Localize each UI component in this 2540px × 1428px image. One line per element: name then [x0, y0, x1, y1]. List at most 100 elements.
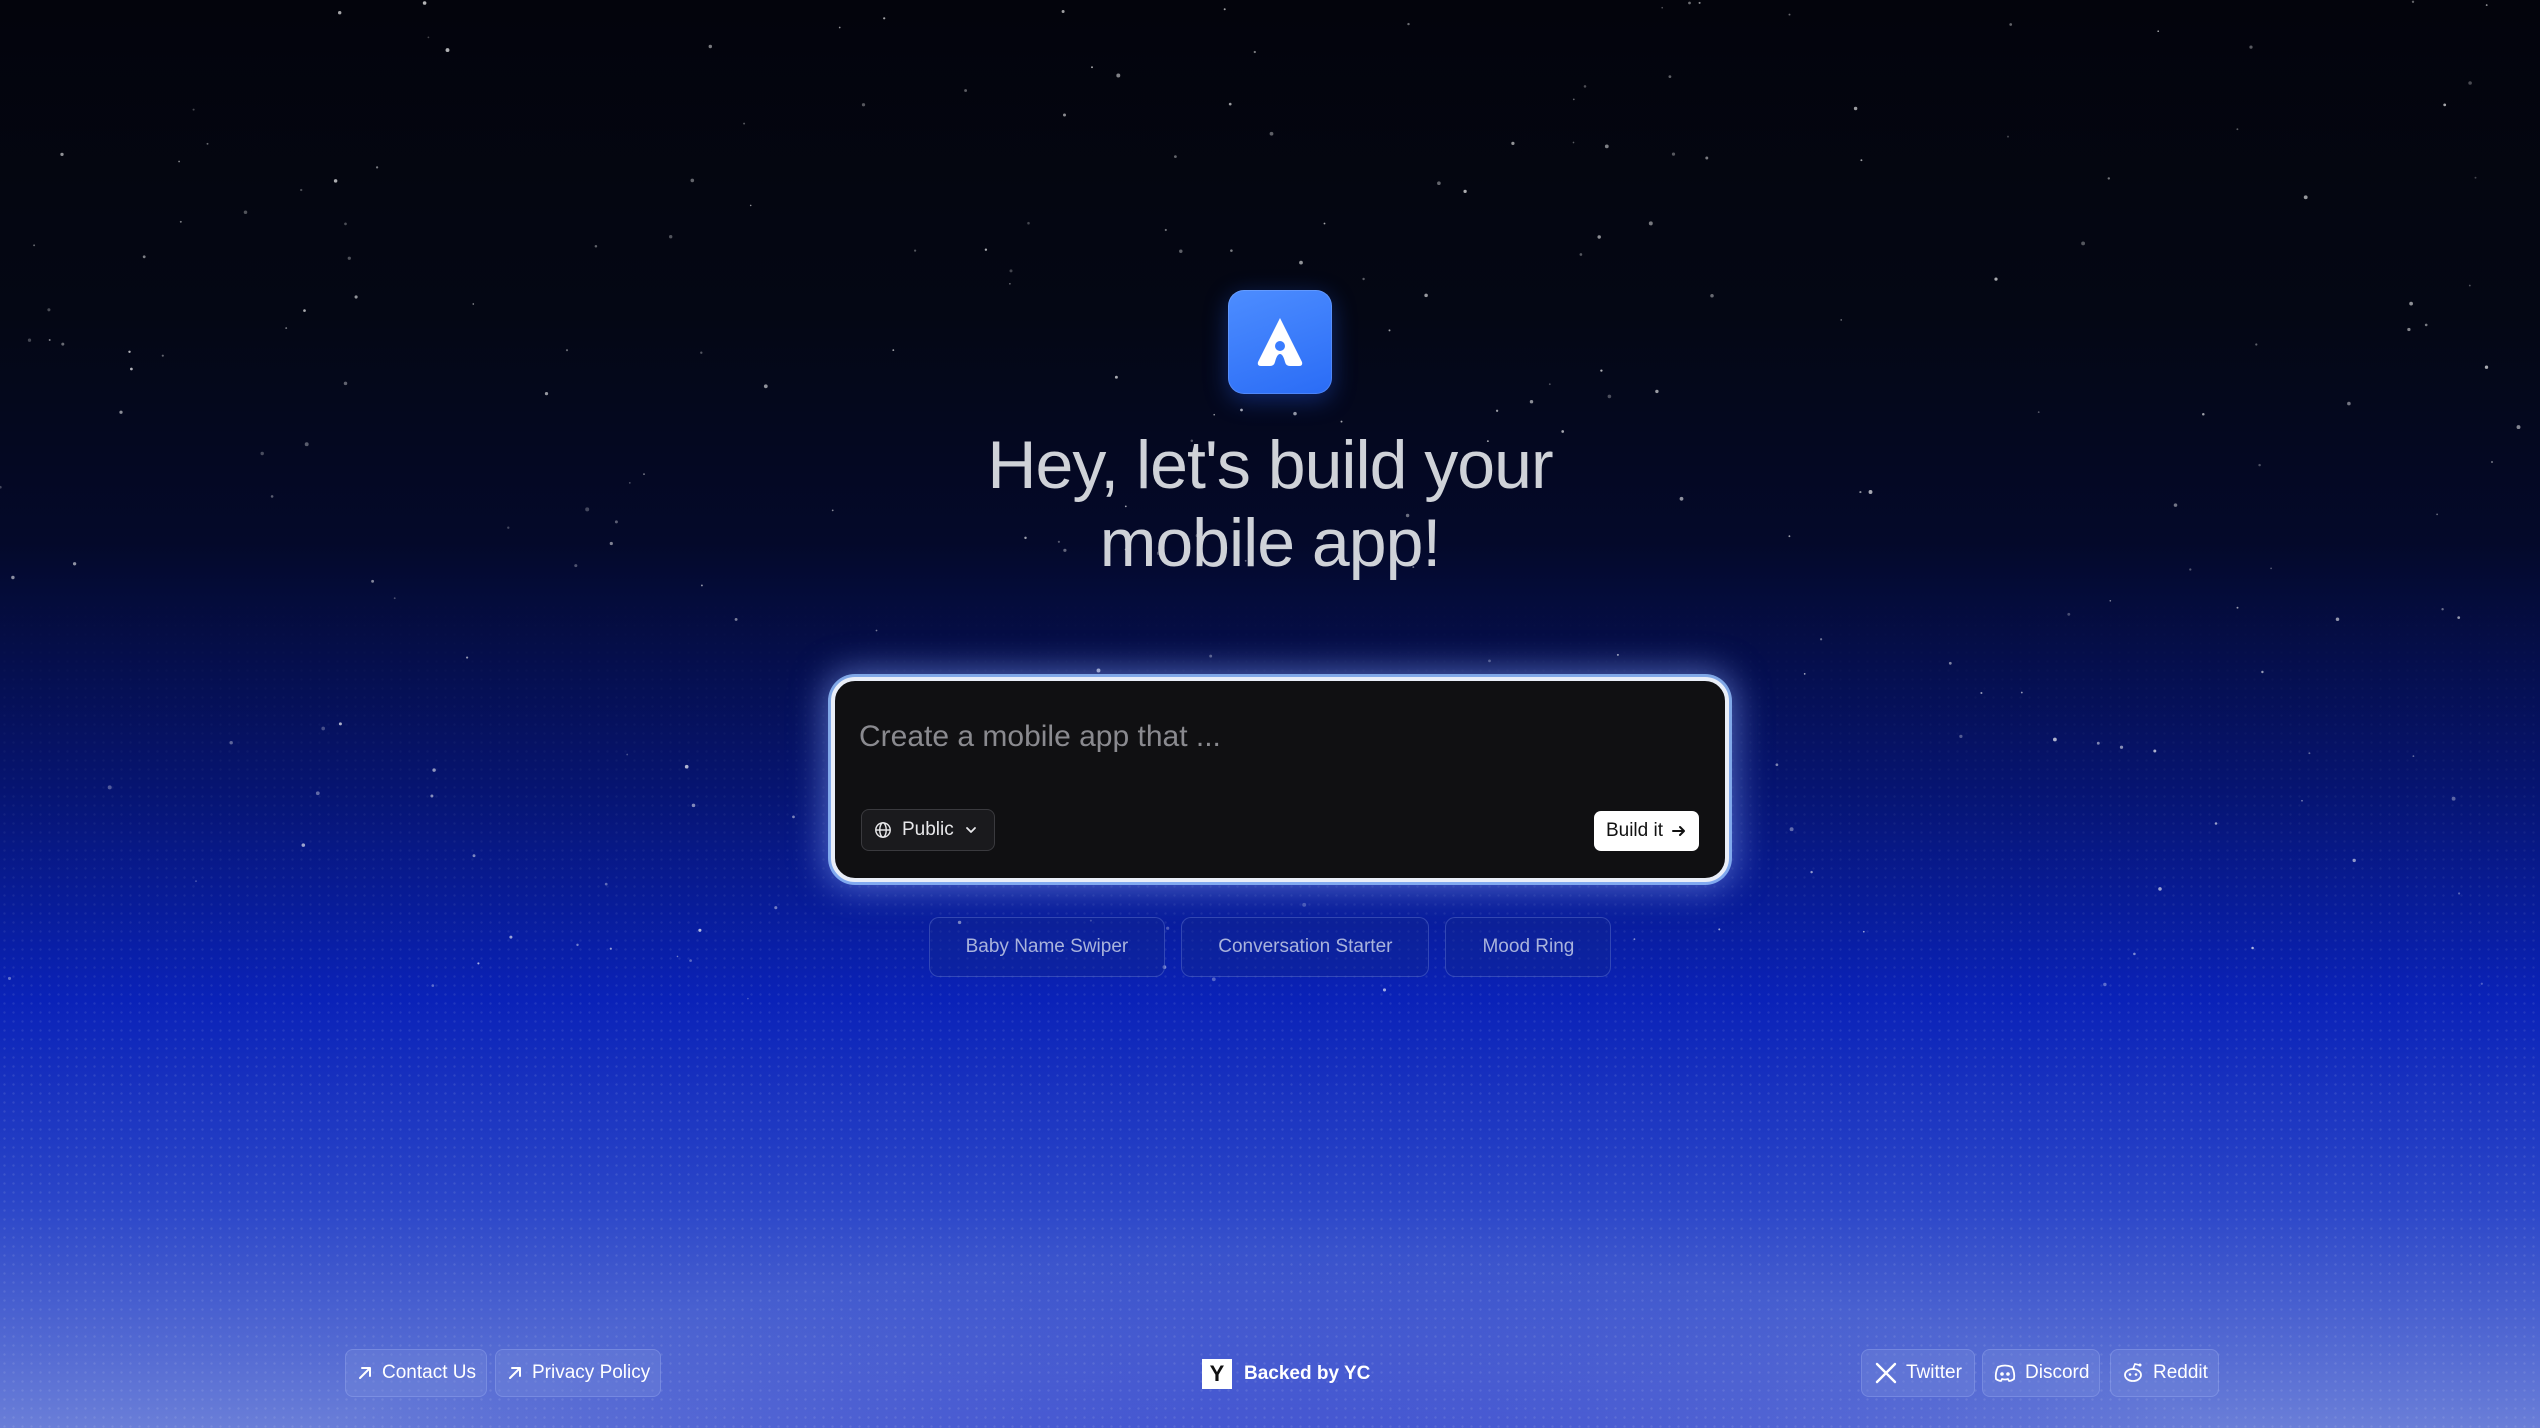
star [7, 976, 12, 980]
star [604, 882, 608, 886]
star [1688, 1, 1691, 5]
star [2081, 241, 2086, 246]
star [161, 354, 164, 357]
star [119, 410, 123, 414]
app-logo[interactable] [1228, 290, 1332, 394]
star [1655, 389, 1659, 394]
star [60, 152, 64, 157]
reddit-icon [2124, 1363, 2142, 1382]
star [285, 327, 288, 330]
star [734, 617, 738, 621]
star [142, 255, 146, 259]
star [1223, 8, 1226, 11]
star [1959, 734, 1963, 739]
star [1572, 141, 1575, 144]
star [1860, 159, 1863, 162]
backed-by-yc-label: Backed by YC [1244, 1363, 1371, 1384]
star [700, 584, 703, 587]
star [1600, 369, 1603, 372]
build-it-button[interactable]: Build it [1593, 811, 1699, 851]
star [1710, 294, 1714, 298]
star [1463, 189, 1467, 194]
suggestion-chip-label: Mood Ring [1482, 936, 1575, 957]
external-arrow-icon [359, 1367, 371, 1379]
star [178, 160, 181, 163]
arrow-right-icon [1672, 826, 1685, 836]
star [2468, 284, 2471, 287]
star [338, 11, 342, 15]
contact-us-label: Contact Us [382, 1362, 476, 1383]
star [2158, 887, 2162, 891]
star [2103, 982, 2107, 987]
star [48, 339, 51, 341]
prompt-composer: Public Build it [831, 677, 1729, 882]
star [2352, 858, 2356, 863]
star [1211, 977, 1216, 982]
star [2067, 612, 2071, 616]
star [892, 349, 895, 351]
star [1299, 260, 1303, 265]
star [1788, 13, 1791, 16]
page-title: Hey, let's build your mobile app! [0, 426, 2540, 582]
page-title-line-1: Hey, let's build your [987, 427, 1553, 503]
star [1607, 394, 1612, 399]
star [1063, 113, 1066, 117]
star [1579, 253, 1583, 256]
star [763, 384, 768, 389]
privacy-policy-link[interactable]: Privacy Policy [495, 1349, 662, 1397]
star [2347, 401, 2351, 406]
star [1994, 277, 1998, 281]
star [206, 142, 209, 145]
star [130, 367, 133, 371]
star [544, 391, 549, 396]
star [2468, 81, 2472, 85]
backed-by-yc[interactable]: Y Backed by YC [1202, 1359, 1370, 1389]
star [875, 629, 878, 632]
star [1228, 102, 1232, 106]
star [1661, 6, 1664, 9]
star [179, 220, 182, 223]
star [33, 244, 36, 247]
star [2458, 892, 2461, 895]
suggestion-chip-conversation-starter[interactable]: Conversation Starter [1181, 917, 1430, 977]
star [344, 222, 347, 226]
star [2261, 670, 2264, 674]
suggestion-chip-label: Baby Name Swiper [965, 936, 1129, 957]
discord-link[interactable]: Discord [1982, 1349, 2101, 1397]
star [2007, 135, 2009, 138]
star [1819, 638, 1823, 641]
star [2096, 741, 2100, 745]
star [1009, 269, 1013, 273]
star [1091, 66, 1093, 69]
star [2474, 176, 2477, 179]
star [1572, 98, 1575, 101]
suggestion-chips: Baby Name Swiper Conversation Starter Mo… [0, 917, 2540, 977]
star [914, 249, 917, 252]
star [375, 166, 379, 169]
star [229, 741, 233, 745]
star [626, 753, 629, 756]
star [2485, 4, 2488, 7]
star [2308, 752, 2311, 755]
star [472, 854, 476, 858]
star [422, 1, 427, 5]
star [2119, 745, 2124, 749]
suggestion-chip-mood-ring[interactable]: Mood Ring [1445, 917, 1612, 977]
prompt-input[interactable] [859, 707, 1699, 767]
reddit-label: Reddit [2153, 1362, 2208, 1383]
contact-us-link[interactable]: Contact Us [345, 1349, 487, 1397]
star [1511, 141, 1515, 146]
star [2411, 0, 2415, 3]
visibility-dropdown[interactable]: Public [861, 809, 995, 851]
star [1096, 668, 1101, 673]
twitter-link[interactable]: Twitter [1861, 1349, 1975, 1397]
star [315, 791, 320, 796]
star [432, 768, 436, 772]
star [883, 17, 886, 20]
star [2409, 301, 2413, 306]
star [430, 794, 434, 798]
reddit-link[interactable]: Reddit [2110, 1349, 2219, 1397]
star [1616, 653, 1619, 656]
star [1323, 222, 1326, 225]
suggestion-chip-baby-name-swiper[interactable]: Baby Name Swiper [928, 917, 1166, 977]
